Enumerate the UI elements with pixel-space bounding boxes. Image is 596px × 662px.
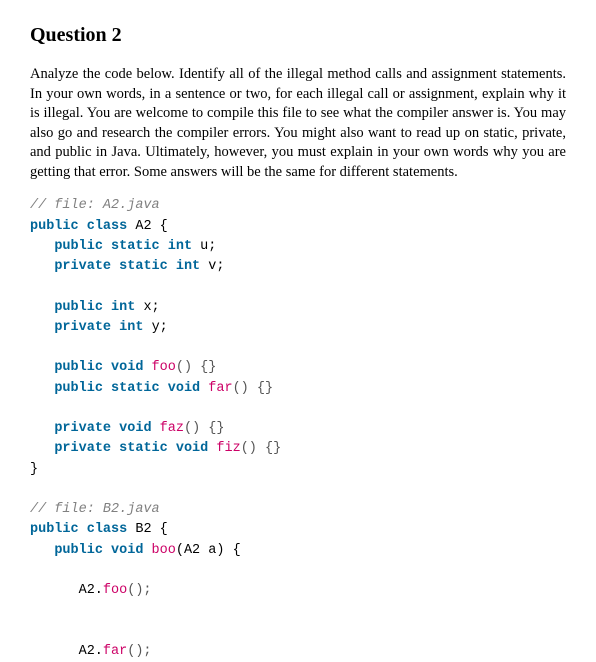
code-ident: A2.	[79, 583, 103, 598]
code-keyword: private	[54, 441, 111, 456]
code-keyword: private	[54, 259, 111, 274]
code-comment: // file: B2.java	[30, 502, 160, 517]
code-ident: v;	[208, 259, 224, 274]
code-ident: A2 {	[135, 219, 167, 234]
code-keyword: int	[168, 239, 192, 254]
code-punct: }	[30, 462, 38, 477]
code-keyword: int	[176, 259, 200, 274]
code-keyword: void	[111, 543, 143, 558]
code-keyword: static	[119, 441, 168, 456]
code-ident: u;	[200, 239, 216, 254]
code-ident: x;	[143, 300, 159, 315]
code-keyword: class	[87, 219, 128, 234]
code-method: faz	[160, 421, 184, 436]
code-keyword: public	[30, 219, 79, 234]
page: Question 2 Analyze the code below. Ident…	[0, 0, 596, 662]
code-keyword: public	[30, 522, 79, 537]
code-keyword: public	[54, 543, 103, 558]
code-punct: () {}	[184, 421, 225, 436]
code-method: boo	[152, 543, 176, 558]
code-punct: () {}	[241, 441, 282, 456]
code-keyword: void	[111, 360, 143, 375]
code-keyword: static	[111, 239, 160, 254]
code-keyword: private	[54, 320, 111, 335]
code-block: // file: A2.java public class A2 { publi…	[30, 196, 566, 662]
code-keyword: private	[54, 421, 111, 436]
question-paragraph: Analyze the code below. Identify all of …	[30, 65, 566, 182]
code-punct: () {}	[176, 360, 217, 375]
code-ident: B2 {	[135, 522, 167, 537]
code-keyword: void	[119, 421, 151, 436]
code-keyword: static	[119, 259, 168, 274]
code-keyword: public	[54, 300, 103, 315]
code-punct: () {}	[233, 381, 274, 396]
code-ident: y;	[152, 320, 168, 335]
code-method: far	[103, 644, 127, 659]
code-method: foo	[152, 360, 176, 375]
code-comment: // file: A2.java	[30, 198, 160, 213]
code-punct: ();	[127, 644, 151, 659]
code-keyword: class	[87, 522, 128, 537]
code-keyword: void	[168, 381, 200, 396]
code-keyword: static	[111, 381, 160, 396]
code-method: fiz	[216, 441, 240, 456]
code-method: far	[208, 381, 232, 396]
code-ident: A2.	[79, 644, 103, 659]
code-keyword: int	[111, 300, 135, 315]
code-punct: (A2 a) {	[176, 543, 241, 558]
code-keyword: public	[54, 360, 103, 375]
code-method: foo	[103, 583, 127, 598]
question-heading: Question 2	[30, 24, 566, 47]
code-keyword: public	[54, 381, 103, 396]
code-keyword: int	[119, 320, 143, 335]
code-keyword: void	[176, 441, 208, 456]
code-punct: ();	[127, 583, 151, 598]
code-keyword: public	[54, 239, 103, 254]
